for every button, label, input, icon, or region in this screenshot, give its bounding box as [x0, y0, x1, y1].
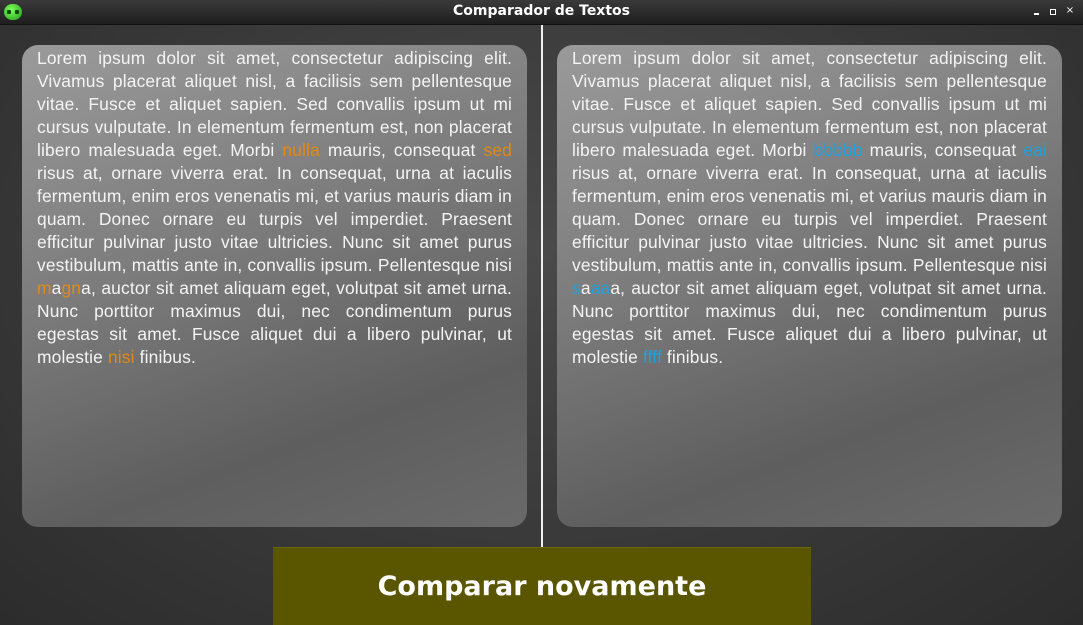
diff-highlight: ffff: [642, 347, 662, 367]
diff-highlight: m: [37, 278, 52, 298]
diff-highlight: gn: [61, 278, 82, 298]
diff-highlight: bbbbb: [813, 140, 863, 160]
text-segment: a: [580, 278, 591, 298]
center-divider: [541, 25, 543, 625]
text-segment: finibus.: [134, 347, 196, 367]
left-text: Lorem ipsum dolor sit amet, consectetur …: [37, 45, 512, 369]
text-segment: mauris, consequat: [862, 140, 1024, 160]
close-icon[interactable]: ×: [1063, 4, 1077, 18]
compare-again-button[interactable]: Comparar novamente: [273, 547, 811, 625]
right-text-panel[interactable]: Lorem ipsum dolor sit amet, consectetur …: [557, 45, 1062, 527]
diff-highlight: nisi: [107, 347, 135, 367]
diff-highlight: nulla: [282, 140, 320, 160]
left-text-panel[interactable]: Lorem ipsum dolor sit amet, consectetur …: [22, 45, 527, 527]
window-title: Comparador de Textos: [453, 3, 630, 19]
text-segment: finibus.: [661, 347, 724, 367]
diff-highlight: eai: [1023, 140, 1047, 160]
minimize-icon[interactable]: [1030, 4, 1044, 18]
title-bar[interactable]: Comparador de Textos ×: [0, 0, 1083, 25]
text-segment: risus at, ornare viverra erat. In conseq…: [37, 163, 512, 275]
right-text: Lorem ipsum dolor sit amet, consectetur …: [572, 45, 1047, 369]
maximize-icon[interactable]: [1046, 4, 1060, 18]
diff-highlight: sed: [483, 140, 512, 160]
diff-highlight: aa: [590, 278, 611, 298]
text-segment: mauris, consequat: [319, 140, 484, 160]
diff-highlight: s: [572, 278, 581, 298]
text-segment: a: [51, 278, 62, 298]
text-segment: risus at, ornare viverra erat. In conseq…: [572, 163, 1047, 275]
